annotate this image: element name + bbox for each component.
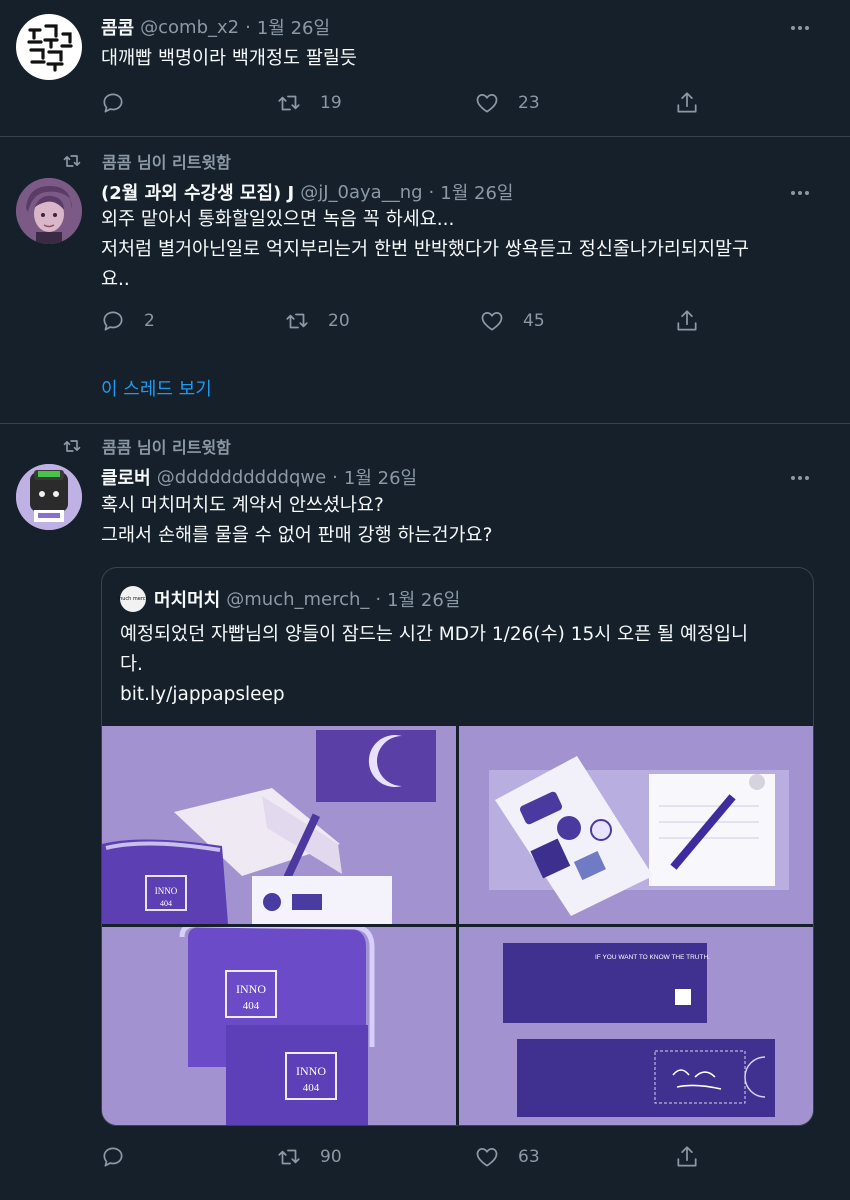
quoted-text-line: 다. <box>120 654 143 675</box>
more-icon <box>791 191 795 195</box>
tweet-header: (2월 과외 수강생 모집) J @jJ_0aya__ng · 1월 26일 <box>101 179 513 205</box>
share-icon <box>677 1146 697 1167</box>
reply-button[interactable] <box>100 90 144 116</box>
retweet-button[interactable]: 19 <box>276 90 342 116</box>
user-handle[interactable]: @ddddddddddqwe <box>157 467 326 488</box>
heart-icon <box>481 312 503 331</box>
reply-button[interactable] <box>100 1144 144 1170</box>
retweet-count: 19 <box>320 93 342 113</box>
retweet-count: 90 <box>320 1147 342 1167</box>
like-button[interactable]: 45 <box>479 308 545 334</box>
share-button[interactable] <box>674 308 700 334</box>
tweet-text-line: 그래서 손해를 물을 수 없어 판매 강행 하는건가요? <box>101 525 493 546</box>
quoted-avatar[interactable]: much merch <box>117 586 149 612</box>
heart-icon <box>476 94 498 113</box>
quoted-text-line: bit.ly/jappapsleep <box>120 684 285 705</box>
like-count: 23 <box>518 93 540 113</box>
reply-icon <box>103 93 123 113</box>
display-name[interactable]: (2월 과외 수강생 모집) J <box>101 179 294 205</box>
tweet-2[interactable]: 콤콤 님이 리트윗함 (2월 과외 수강생 모집) J @jJ_0aya__ng… <box>0 137 850 423</box>
share-button[interactable] <box>674 90 700 116</box>
more-icon <box>791 26 795 30</box>
timestamp[interactable]: 1월 26일 <box>344 464 417 490</box>
media-image-1[interactable]: INNO 404 <box>102 726 456 924</box>
retweet-count: 20 <box>328 311 350 331</box>
retweet-icon <box>278 95 300 111</box>
retweeted-by: 콤콤 님이 리트윗함 <box>62 434 231 458</box>
like-count: 63 <box>518 1147 540 1167</box>
display-name[interactable]: 클로버 <box>101 464 151 490</box>
user-handle[interactable]: @comb_x2 <box>140 17 239 38</box>
media-image-4[interactable]: IF YOU WANT TO KNOW THE TRUTH. <box>459 927 813 1125</box>
retweet-icon <box>286 313 308 329</box>
tweet-text-line: 대깨빱 백명이라 백개정도 팔릴듯 <box>101 48 357 69</box>
pouch-number: 404 <box>160 899 172 908</box>
media-image-2[interactable] <box>459 726 813 924</box>
quoted-tweet-header: much merch 머치머치 @much_merch_ · 1월 26일 <box>117 586 460 612</box>
tweet-text-line: 요.. <box>101 269 130 290</box>
separator-dot: · <box>375 588 382 610</box>
ticket-text: IF YOU WANT TO KNOW THE TRUTH. <box>595 954 710 961</box>
quoted-user-handle[interactable]: @much_merch_ <box>226 589 369 610</box>
quoted-text-line: 예정되었던 자빱님의 양들이 잠드는 시간 MD가 1/26(수) 15시 오픈… <box>120 624 749 645</box>
timestamp[interactable]: 1월 26일 <box>440 179 513 205</box>
media-grid: INNO 404 INNO 404 INNO 404 IF YOU WANT T… <box>102 726 813 1125</box>
avatar[interactable] <box>16 464 82 530</box>
retweet-icon <box>63 440 81 452</box>
tweet-header: 클로버 @ddddddddddqwe · 1월 26일 <box>101 464 417 490</box>
avatar[interactable] <box>16 14 82 80</box>
like-button[interactable]: 23 <box>474 90 540 116</box>
tweet-text-line: 혹시 머치머치도 계약서 안쓰셨나요? <box>101 495 384 516</box>
like-button[interactable]: 63 <box>474 1144 540 1170</box>
reply-count: 2 <box>144 311 155 331</box>
more-options-button[interactable] <box>788 181 812 205</box>
media-image-3[interactable]: INNO 404 INNO 404 <box>102 927 456 1125</box>
quoted-tweet-text: 예정되었던 자빱님의 양들이 잠드는 시간 MD가 1/26(수) 15시 오픈… <box>120 620 748 710</box>
pouch-label: INNO <box>296 1064 326 1078</box>
separator-dot: · <box>428 181 435 203</box>
more-options-button[interactable] <box>788 466 812 490</box>
reply-icon <box>103 1147 123 1167</box>
retweet-button[interactable]: 90 <box>276 1144 342 1170</box>
retweeted-by: 콤콤 님이 리트윗함 <box>62 149 231 173</box>
pouch-label: INNO <box>155 886 178 896</box>
display-name[interactable]: 콤콤 <box>101 14 134 40</box>
heart-icon <box>476 1148 498 1167</box>
tweet-actions: 19 23 <box>100 90 710 120</box>
retweeted-by-label[interactable]: 콤콤 님이 리트윗함 <box>102 149 231 173</box>
more-icon <box>791 476 795 480</box>
tweet-text-line: 저처럼 별거아닌일로 억지부리는거 한번 반박했다가 쌍욕듣고 정신줄나가리되지… <box>101 239 750 260</box>
reply-button[interactable]: 2 <box>100 308 155 334</box>
user-handle[interactable]: @jJ_0aya__ng <box>300 182 422 203</box>
tweet-text: 혹시 머치머치도 계약서 안쓰셨나요? 그래서 손해를 물을 수 없어 판매 강… <box>101 491 811 551</box>
pouch-number: 404 <box>303 1082 320 1094</box>
tweet-header: 콤콤 @comb_x2 · 1월 26일 <box>101 14 330 40</box>
tweet-text: 외주 맡아서 통화할일있으면 녹음 꼭 하세요... 저처럼 별거아닌일로 억지… <box>101 205 811 295</box>
avatar[interactable] <box>16 178 82 244</box>
reply-icon <box>103 311 123 331</box>
tweet-text: 대깨빱 백명이라 백개정도 팔릴듯 <box>101 44 811 74</box>
retweet-button[interactable]: 20 <box>284 308 350 334</box>
share-icon <box>677 310 697 331</box>
like-count: 45 <box>523 311 545 331</box>
retweeted-by-label[interactable]: 콤콤 님이 리트윗함 <box>102 434 231 458</box>
share-button[interactable] <box>674 1144 700 1170</box>
separator-dot: · <box>332 466 338 488</box>
tweet-text-line: 외주 맡아서 통화할일있으면 녹음 꼭 하세요... <box>101 209 455 230</box>
retweet-icon <box>278 1149 300 1165</box>
tweet-1[interactable]: 콤콤 @comb_x2 · 1월 26일 대깨빱 백명이라 백개정도 팔릴듯 1… <box>0 0 850 137</box>
pouch-number: 404 <box>243 1000 260 1012</box>
tweet-actions: 90 63 <box>100 1144 710 1174</box>
share-icon <box>677 92 697 113</box>
retweet-icon <box>63 155 81 167</box>
pouch-label: INNO <box>236 982 266 996</box>
more-options-button[interactable] <box>788 16 812 40</box>
timestamp[interactable]: 1월 26일 <box>257 14 330 40</box>
separator-dot: · <box>245 16 251 38</box>
quoted-tweet[interactable]: much merch 머치머치 @much_merch_ · 1월 26일 예정… <box>101 567 814 1126</box>
quoted-display-name[interactable]: 머치머치 <box>154 586 220 612</box>
quoted-timestamp[interactable]: 1월 26일 <box>387 586 460 612</box>
tweet-actions: 2 20 45 <box>100 308 710 338</box>
show-thread-link[interactable]: 이 스레드 보기 <box>101 375 212 401</box>
